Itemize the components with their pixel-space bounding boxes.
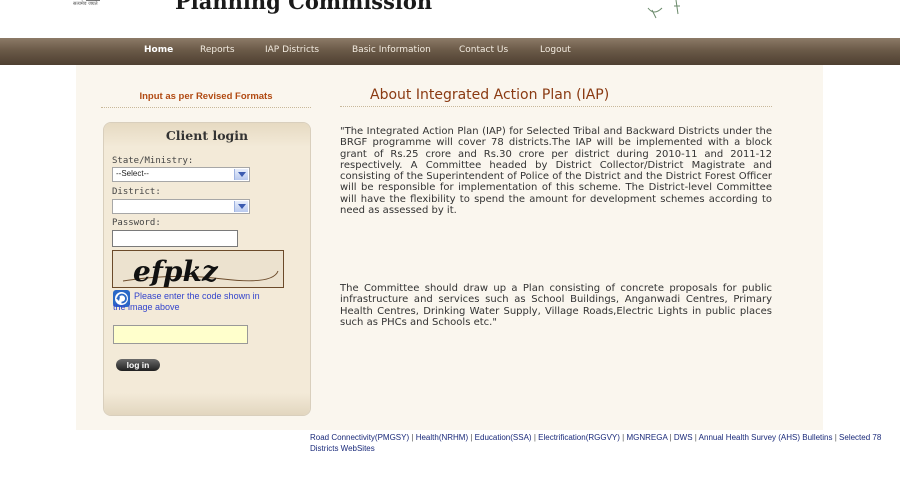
- captcha-code-input[interactable]: [113, 325, 248, 344]
- intro-paragraph: "The Integrated Action Plan (IAP) for Se…: [340, 126, 772, 217]
- captcha-icon: efpkz: [122, 255, 279, 288]
- footer-link-mgnrega[interactable]: MGNREGA: [626, 433, 667, 442]
- district-select[interactable]: [112, 199, 250, 214]
- state-select[interactable]: --Select--: [112, 167, 250, 182]
- footer-link-dws[interactable]: DWS: [674, 433, 693, 442]
- page-title: About Integrated Action Plan (IAP): [370, 87, 610, 103]
- nav-logout[interactable]: Logout: [540, 45, 571, 55]
- emblem-caption: सत्यमेव जयते: [73, 1, 98, 7]
- captcha-image: efpkz: [112, 250, 284, 288]
- footer-link-rggvy[interactable]: Electrification(RGGVY): [538, 433, 620, 442]
- password-input[interactable]: [112, 230, 238, 247]
- footer-links: Road Connectivity(PMGSY) | Health(NRHM) …: [310, 433, 882, 453]
- footer-link-ahs[interactable]: Annual Health Survey (AHS) Bulletins: [699, 433, 833, 442]
- nav-reports[interactable]: Reports: [200, 45, 235, 55]
- chevron-down-icon[interactable]: [234, 201, 248, 212]
- footer-link-pmgsy[interactable]: Road Connectivity(PMGSY): [310, 433, 409, 442]
- nav-home[interactable]: Home: [144, 45, 173, 55]
- header-decoration-icon: [647, 0, 680, 19]
- site-title: Planning Commission: [175, 0, 433, 14]
- login-title: Client login: [165, 128, 249, 143]
- divider: [101, 107, 311, 108]
- nav-contact-us[interactable]: Contact Us: [459, 45, 508, 55]
- captcha-hint-line-1: Please enter the code shown in: [134, 291, 260, 301]
- chevron-down-icon[interactable]: [234, 169, 248, 180]
- site-header: सत्यमेव जयते Planning Commission: [0, 0, 900, 34]
- revised-formats-link[interactable]: Input as per Revised Formats: [101, 91, 311, 102]
- divider: [340, 106, 772, 107]
- client-login-panel: Client login State/Ministry: --Select-- …: [103, 122, 311, 416]
- footer-link-nrhm[interactable]: Health(NRHM): [416, 433, 468, 442]
- committee-paragraph: The Committee should draw up a Plan cons…: [340, 283, 772, 328]
- footer-link-ssa[interactable]: Education(SSA): [475, 433, 532, 442]
- nav-basic-information[interactable]: Basic Information: [352, 45, 431, 55]
- main-nav: Home Reports IAP Districts Basic Informa…: [0, 38, 900, 65]
- captcha-text: efpkz: [133, 255, 219, 287]
- password-label: Password:: [112, 218, 161, 228]
- nav-iap-districts[interactable]: IAP Districts: [265, 45, 319, 55]
- state-label: State/Ministry:: [112, 156, 194, 166]
- login-footer: [104, 393, 310, 415]
- state-select-value: --Select--: [116, 169, 149, 178]
- login-button[interactable]: log in: [116, 359, 160, 371]
- captcha-hint-line-2: the image above: [113, 302, 180, 312]
- district-label: District:: [112, 187, 161, 197]
